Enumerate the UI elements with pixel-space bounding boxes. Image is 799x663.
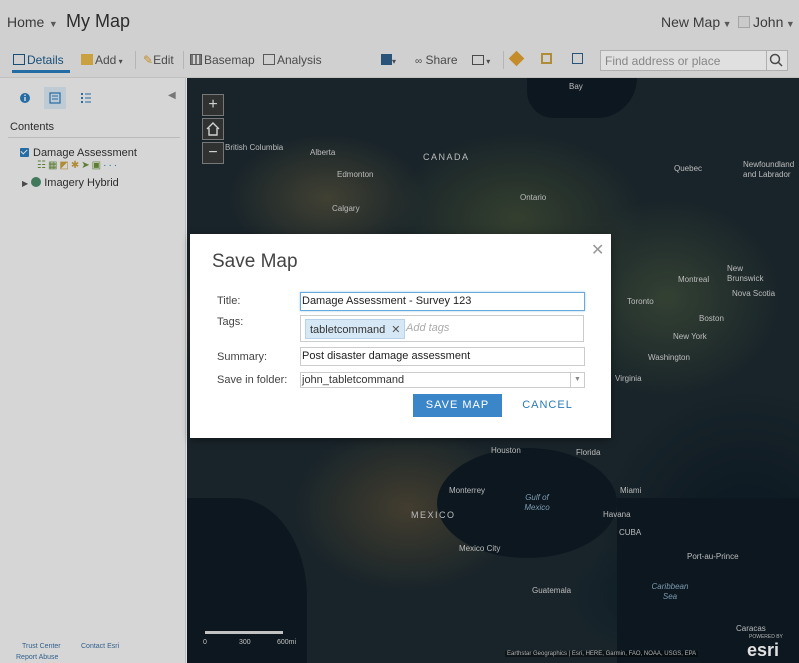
tag-label: tabletcommand [310, 324, 386, 336]
tags-input[interactable]: tabletcommand ✕ Add tags [300, 315, 584, 342]
title-input[interactable]: Damage Assessment - Survey 123 [300, 292, 585, 311]
close-icon[interactable]: ✕ [591, 240, 604, 260]
save-map-button[interactable]: SAVE MAP [413, 394, 502, 417]
summary-input[interactable]: Post disaster damage assessment [300, 347, 585, 366]
save-map-dialog: Save Map ✕ Title: Damage Assessment - Su… [190, 234, 611, 438]
tags-placeholder[interactable]: Add tags [406, 322, 449, 334]
folder-select[interactable]: john_tabletcommand ▼ [300, 372, 585, 388]
chevron-down-icon[interactable]: ▼ [570, 373, 584, 387]
folder-label: Save in folder: [217, 374, 288, 386]
tags-label: Tags: [217, 316, 244, 328]
dialog-title: Save Map [212, 251, 298, 272]
cancel-button[interactable]: CANCEL [520, 394, 575, 417]
title-label: Title: [217, 295, 241, 307]
remove-tag-icon[interactable]: ✕ [391, 324, 400, 336]
summary-label: Summary: [217, 351, 268, 363]
tag-chip: tabletcommand ✕ [305, 319, 406, 339]
folder-value: john_tabletcommand [302, 374, 405, 386]
app-root: Home ▼ My Map New Map ▼ John ▼ Details A… [0, 0, 799, 663]
